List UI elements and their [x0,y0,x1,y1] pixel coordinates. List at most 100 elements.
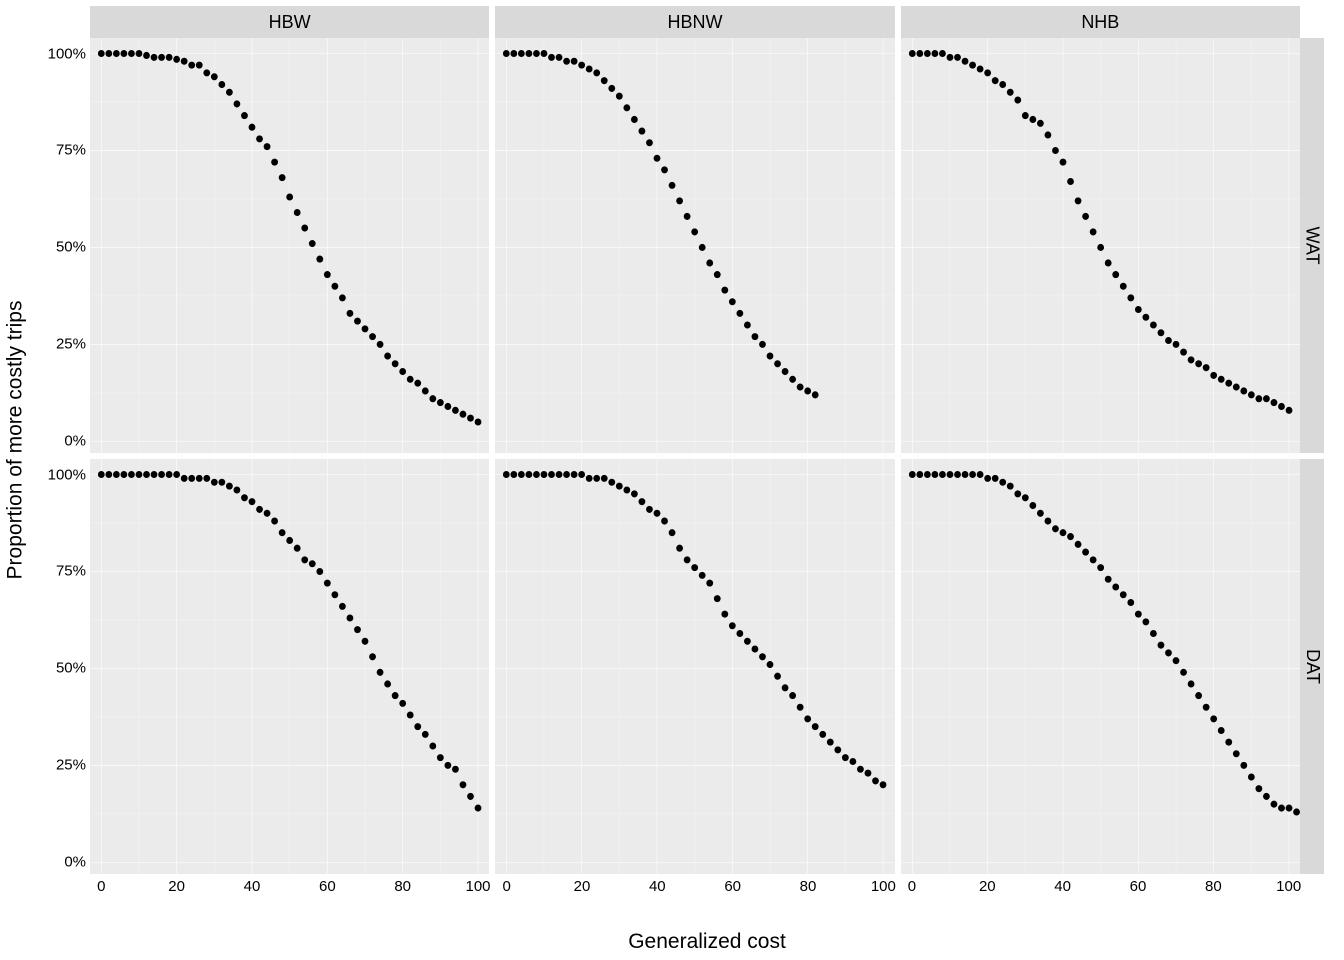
data-point [924,50,931,57]
data-point [984,69,991,76]
x-axis-label: Generalized cost [90,930,1324,954]
data-point [616,483,623,490]
data-point [279,529,286,536]
y-axis-label: Proportion of more costly trips [0,0,30,880]
x-tick-label: 60 [724,878,741,895]
data-point [707,259,714,266]
data-point [1263,395,1270,402]
data-point [548,54,555,61]
data-point [1165,337,1172,344]
data-point [414,723,421,730]
data-point [475,418,482,425]
strip-top-hbw: HBW [90,6,489,38]
data-point [1240,387,1247,394]
data-point [211,73,218,80]
data-point [790,692,797,699]
data-point [684,556,691,563]
data-point [526,471,533,478]
y-tick-label: 0% [64,433,86,450]
data-point [857,766,864,773]
data-point [609,479,616,486]
data-point [639,498,646,505]
data-point [271,518,278,525]
data-point [533,50,540,57]
data-point [414,380,421,387]
data-point [729,298,736,305]
data-point [579,62,586,69]
data-point [1142,618,1149,625]
data-point [744,638,751,645]
data-point [1270,801,1277,808]
data-point [714,595,721,602]
data-point [939,50,946,57]
data-point [399,700,406,707]
data-point [437,754,444,761]
data-point [1202,704,1209,711]
data-point [556,54,563,61]
data-point [399,368,406,375]
data-point [475,805,482,812]
data-point [347,310,354,317]
data-point [744,321,751,328]
data-point [136,50,143,57]
data-point [969,62,976,69]
panel-wat-nhb [901,38,1300,453]
data-point [226,483,233,490]
data-point [369,653,376,660]
data-point [1022,494,1029,501]
data-point [654,510,661,517]
data-point [812,391,819,398]
data-point [128,50,135,57]
data-point [797,384,804,391]
data-point [211,479,218,486]
data-point [121,50,128,57]
data-point [1165,649,1172,656]
data-point [113,471,120,478]
data-point [444,403,451,410]
panel-dat-nhb [901,459,1300,874]
y-tick-label: 25% [56,757,86,774]
data-point [188,475,195,482]
data-point [429,395,436,402]
data-point [1248,391,1255,398]
data-point [1044,131,1051,138]
data-point [369,333,376,340]
data-point [1074,541,1081,548]
data-point [301,225,308,232]
data-point [669,529,676,536]
data-point [880,781,887,788]
data-point [1007,89,1014,96]
data-point [909,50,916,57]
data-point [729,622,736,629]
data-point [1022,112,1029,119]
y-ticks-wat: 0%25%50%75%100% [38,38,86,453]
data-point [1210,372,1217,379]
y-tick-label: 100% [48,466,86,483]
data-point [362,638,369,645]
data-point [1089,556,1096,563]
data-point [1104,576,1111,583]
data-point [444,762,451,769]
data-point [969,471,976,478]
data-point [377,669,384,676]
data-point [1240,762,1247,769]
data-point [286,193,293,200]
data-point [1097,564,1104,571]
data-point [548,471,555,478]
data-point [241,112,248,119]
x-ticks-hbnw: 020406080100 [495,874,894,900]
data-point [218,81,225,88]
data-point [234,100,241,107]
data-point [556,471,563,478]
data-point [256,135,263,142]
data-point [526,50,533,57]
data-point [196,62,203,69]
data-point [294,209,301,216]
data-point [646,506,653,513]
data-point [1180,669,1187,676]
data-point [256,506,263,513]
data-point [1225,380,1232,387]
y-tick-label: 50% [56,239,86,256]
data-point [1014,490,1021,497]
data-point [1082,549,1089,556]
